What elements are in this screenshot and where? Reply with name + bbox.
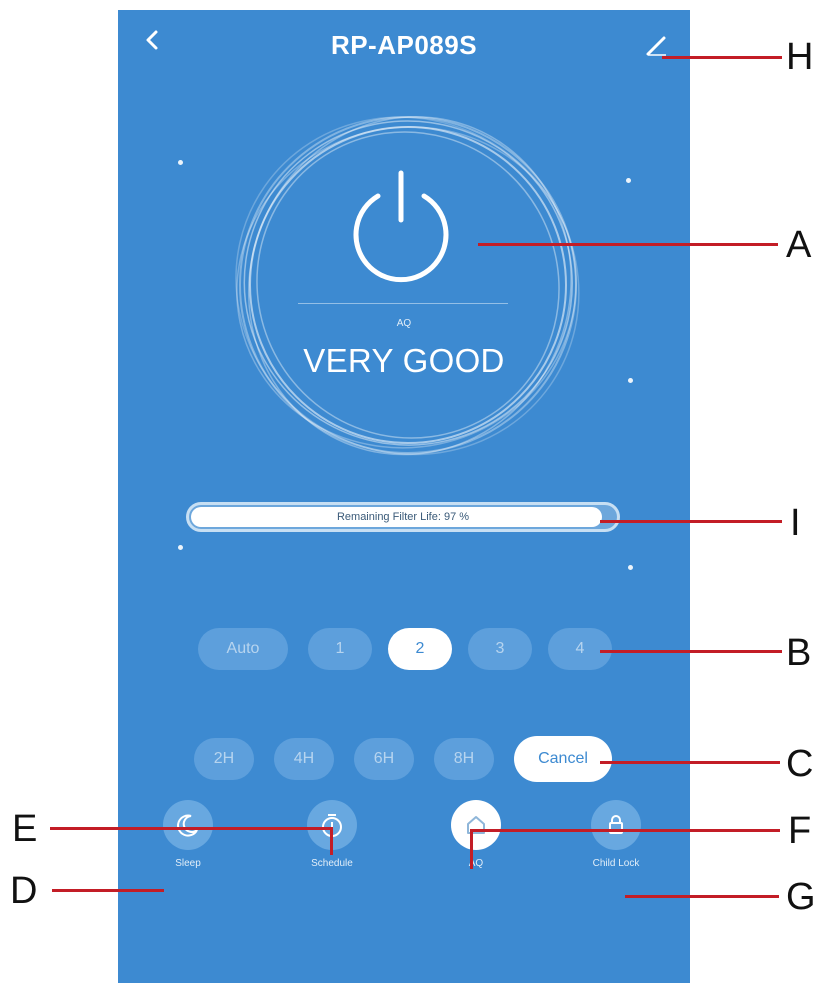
timer-4h-button[interactable]: 4H xyxy=(274,738,334,780)
nav-sleep[interactable]: Sleep xyxy=(148,800,228,869)
moon-icon xyxy=(177,814,198,837)
callout-line-b xyxy=(600,650,782,653)
nav-label: Schedule xyxy=(311,858,353,869)
timer-2h-button[interactable]: 2H xyxy=(194,738,254,780)
filter-life-bar: Remaining Filter Life: 97 % xyxy=(186,502,620,532)
timer-cancel-button[interactable]: Cancel xyxy=(514,736,612,782)
power-icon xyxy=(353,170,449,283)
aq-status: VERY GOOD xyxy=(303,342,505,379)
aq-label: AQ xyxy=(396,318,412,329)
nav-label: Sleep xyxy=(175,858,201,869)
callout-label-i: I xyxy=(790,502,801,544)
top-bar: RP-AP089S xyxy=(118,10,690,70)
decorative-dot xyxy=(178,160,183,165)
timer-label: 8H xyxy=(453,750,475,767)
callout-label-a: A xyxy=(786,224,812,266)
fan-speed-label: Auto xyxy=(226,640,260,657)
timer-8h-button[interactable]: 8H xyxy=(434,738,494,780)
timer-label: Cancel xyxy=(538,750,588,767)
fan-speed-label: 3 xyxy=(495,640,505,657)
fan-speed-label: 1 xyxy=(335,640,345,657)
lock-icon xyxy=(609,815,623,834)
callout-line-h xyxy=(662,56,782,59)
fan-speed-label: 2 xyxy=(415,640,425,657)
device-title: RP-AP089S xyxy=(330,30,478,60)
callout-line-a xyxy=(478,243,778,246)
callout-line-e xyxy=(50,827,332,830)
nav-icon-wrap xyxy=(451,800,501,850)
timer-label: 6H xyxy=(373,750,395,767)
filter-life-text: Remaining Filter Life: 97 % xyxy=(336,511,470,523)
callout-label-c: C xyxy=(786,743,814,785)
callout-label-e: E xyxy=(12,808,38,850)
callout-line-d xyxy=(52,889,164,892)
nav-icon-wrap xyxy=(591,800,641,850)
nav-label: AQ xyxy=(468,858,484,869)
fan-speed-4-button[interactable]: 4 xyxy=(548,628,612,670)
home-icon xyxy=(467,816,485,834)
aq-divider xyxy=(298,303,508,304)
callout-label-b: B xyxy=(786,632,812,674)
decorative-dot xyxy=(178,545,183,550)
fan-speed-auto-button[interactable]: Auto xyxy=(198,628,288,670)
timer-label: 2H xyxy=(213,750,235,767)
app-screen: RP-AP089S AQ VERY GOOD Remaining Filter … xyxy=(118,10,690,983)
timer-6h-button[interactable]: 6H xyxy=(354,738,414,780)
callout-label-g: G xyxy=(786,876,816,918)
nav-icon-wrap xyxy=(163,800,213,850)
decorative-dot xyxy=(628,565,633,570)
callout-line-f-vertical xyxy=(470,829,473,869)
callout-line-g xyxy=(625,895,779,898)
callout-line-f xyxy=(472,829,780,832)
callout-label-f: F xyxy=(788,810,812,852)
fan-speed-2-button[interactable]: 2 xyxy=(388,628,452,670)
callout-line-e-vertical xyxy=(330,827,333,855)
fan-speed-label: 4 xyxy=(575,640,585,657)
timer-label: 4H xyxy=(293,750,315,767)
callout-line-i xyxy=(600,520,782,523)
fan-speed-1-button[interactable]: 1 xyxy=(308,628,372,670)
fan-speed-3-button[interactable]: 3 xyxy=(468,628,532,670)
nav-child-lock[interactable]: Child Lock xyxy=(576,800,656,869)
nav-aq[interactable]: AQ xyxy=(436,800,516,869)
decorative-dot xyxy=(626,178,631,183)
callout-label-d: D xyxy=(10,870,38,912)
power-button[interactable] xyxy=(336,158,466,288)
callout-line-c xyxy=(600,761,780,764)
nav-label: Child Lock xyxy=(592,858,640,869)
callout-label-h: H xyxy=(786,36,814,78)
